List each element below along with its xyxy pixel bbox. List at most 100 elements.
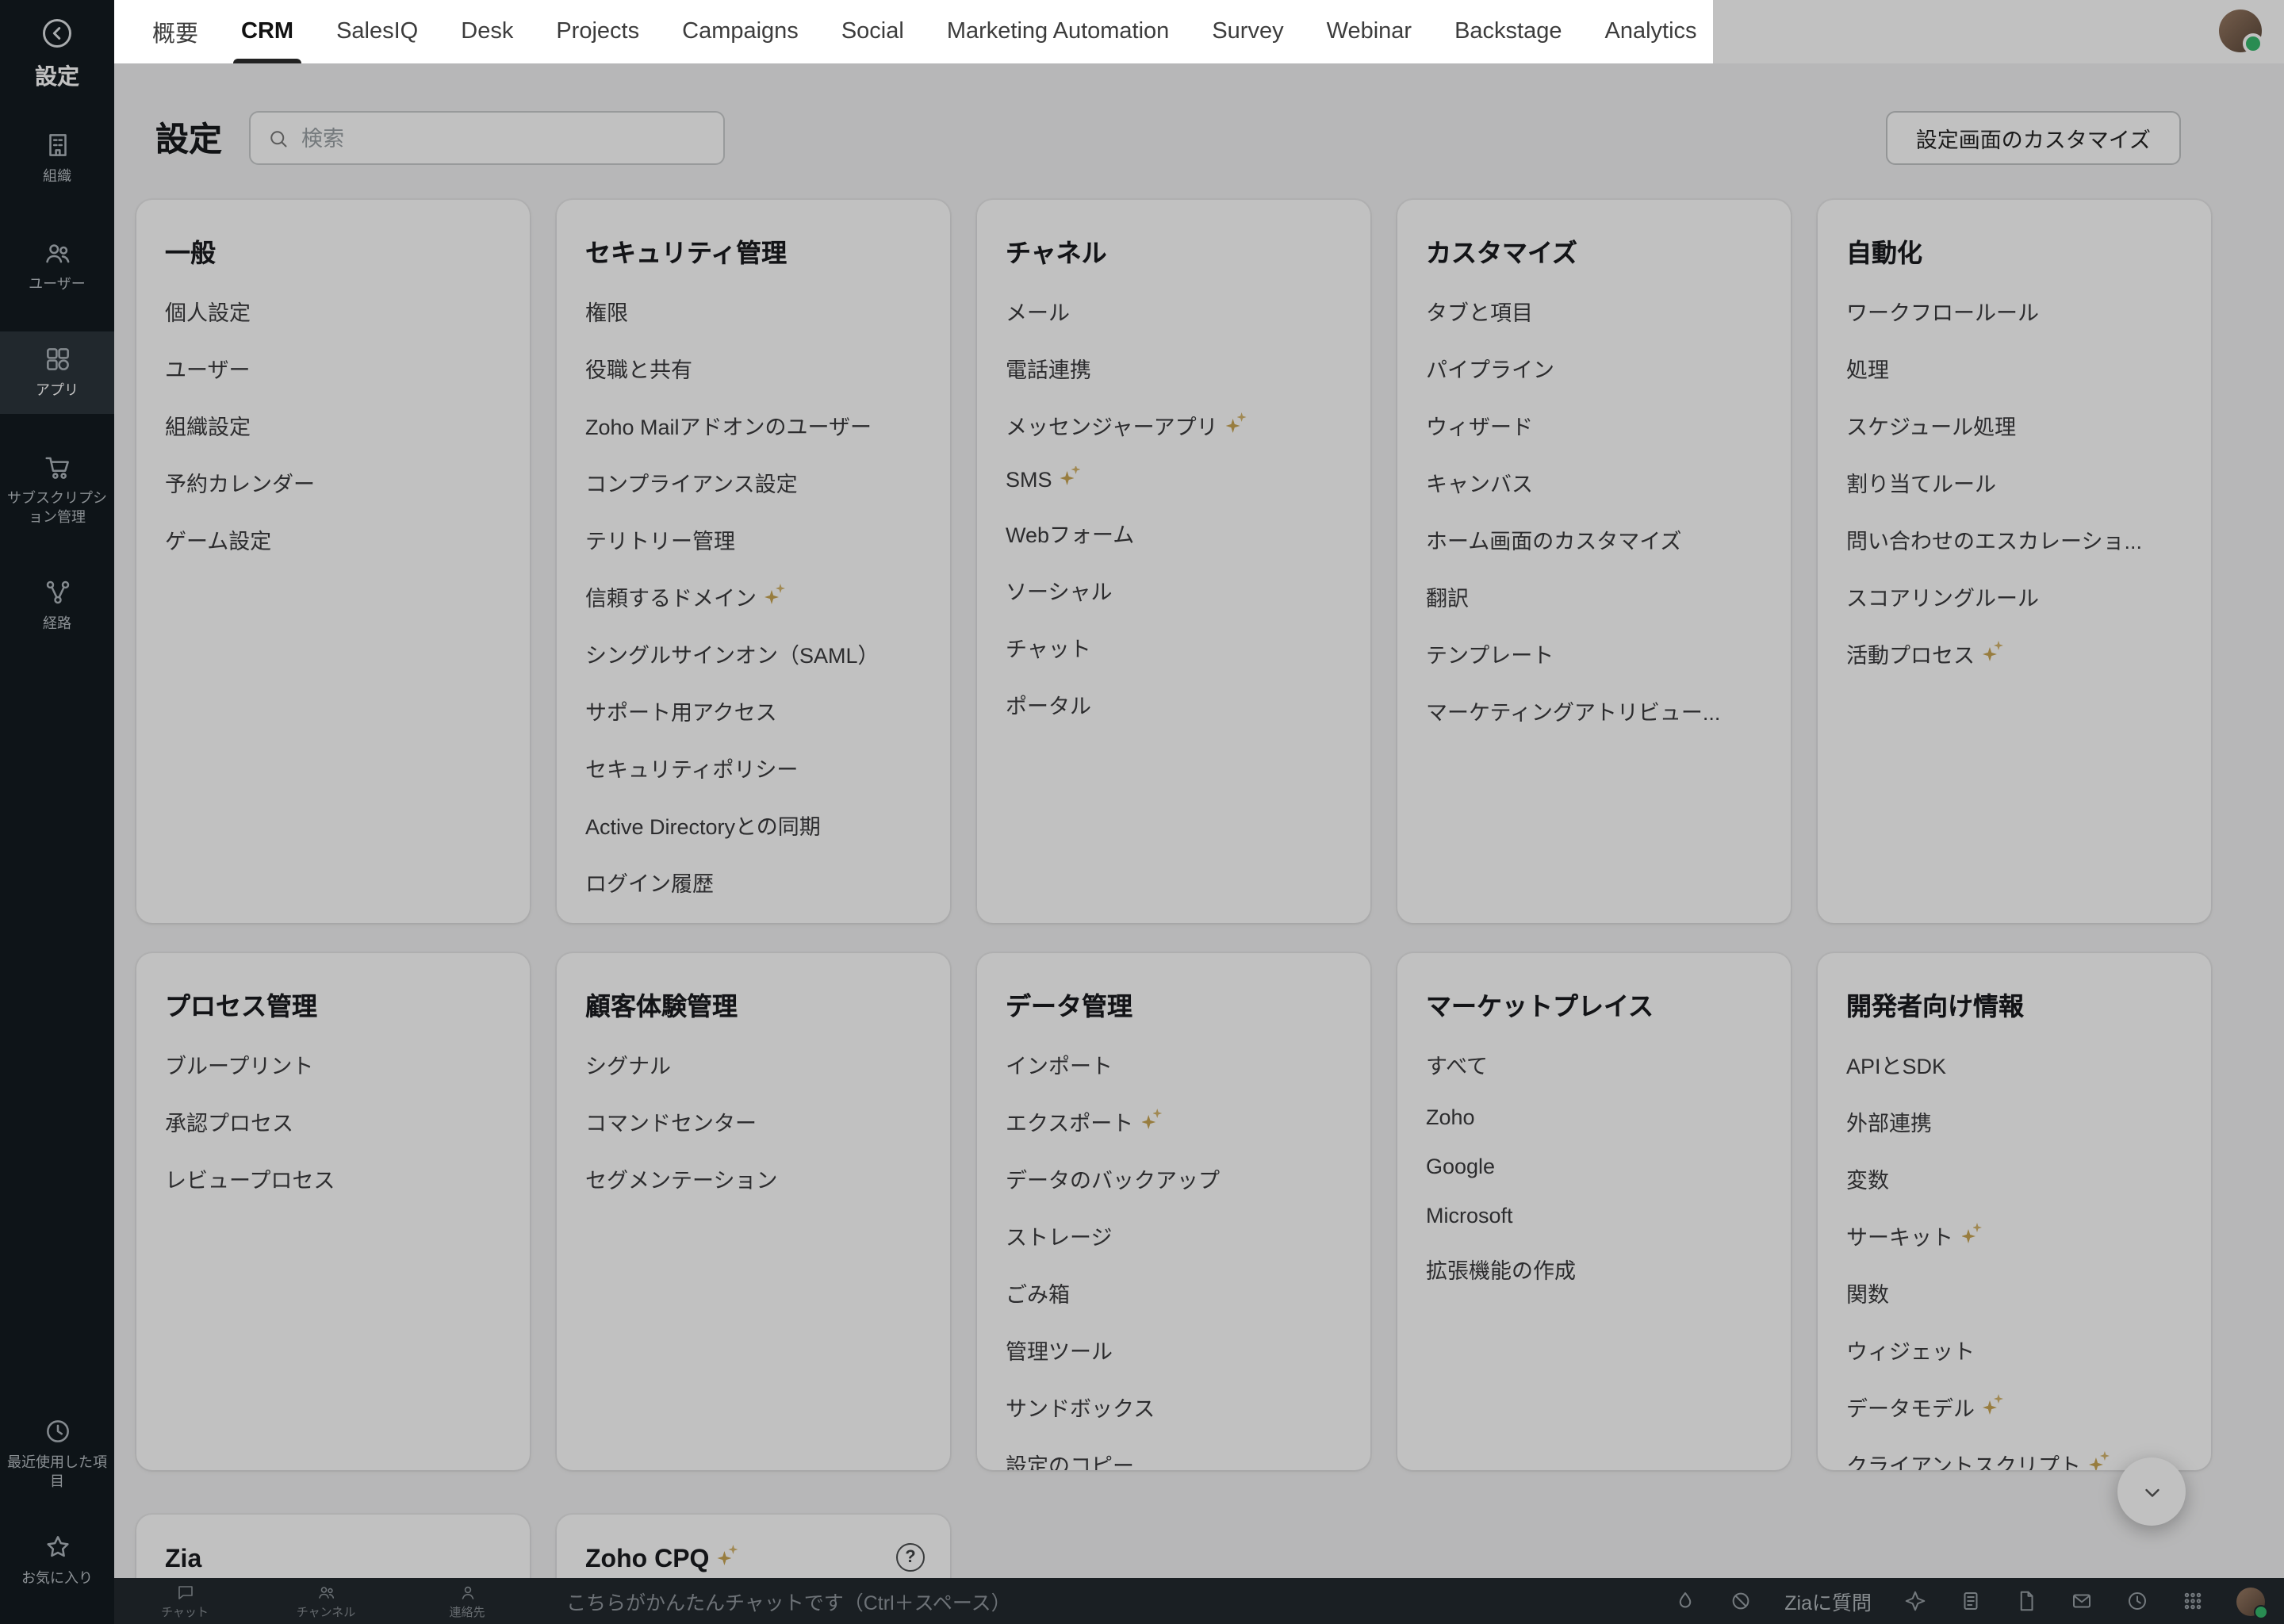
topnav-tab-crm[interactable]: CRM xyxy=(232,0,302,63)
customize-settings-button[interactable]: 設定画面のカスタマイズ xyxy=(1885,111,2181,165)
settings-link[interactable]: スコアリングルール xyxy=(1846,580,2182,612)
settings-link[interactable]: ソーシャル xyxy=(1006,574,1342,606)
settings-link[interactable]: 変数 xyxy=(1846,1162,2182,1194)
settings-link[interactable]: テンプレート xyxy=(1426,638,1762,669)
insights-button[interactable] xyxy=(1673,1589,1697,1613)
settings-link[interactable]: セキュリティポリシー xyxy=(585,752,922,783)
sidebar-item-apps[interactable]: アプリ xyxy=(0,331,114,415)
settings-link[interactable]: ワークフロールール xyxy=(1846,295,2182,327)
settings-link[interactable]: 役職と共有 xyxy=(585,352,922,384)
grid-button[interactable] xyxy=(2181,1589,2205,1613)
settings-link[interactable]: APIとSDK xyxy=(1846,1048,2182,1080)
settings-link[interactable]: 個人設定 xyxy=(165,295,501,327)
topnav-tab-desk[interactable]: Desk xyxy=(461,0,513,63)
chatbar-contacts-button[interactable]: 連絡先 xyxy=(397,1578,538,1624)
sidebar-item-recent[interactable]: 最近使用した項目 xyxy=(0,1404,114,1504)
settings-link[interactable]: シグナル xyxy=(585,1048,922,1080)
settings-link[interactable]: 処理 xyxy=(1846,352,2182,384)
settings-link[interactable]: サンドボックス xyxy=(1006,1391,1342,1423)
zia-button[interactable] xyxy=(1903,1589,1927,1613)
settings-link[interactable]: サーキット xyxy=(1846,1220,2182,1251)
settings-link[interactable]: コンプライアンス設定 xyxy=(585,466,922,498)
topnav-tab-marketing-automation[interactable]: Marketing Automation xyxy=(947,0,1170,63)
settings-link[interactable]: ポータル xyxy=(1006,688,1342,720)
settings-link[interactable]: 活動プロセス xyxy=(1846,638,2182,669)
sidebar-item-routes[interactable]: 経路 xyxy=(0,565,114,647)
mute-button[interactable] xyxy=(1729,1589,1753,1613)
settings-link[interactable]: ストレージ xyxy=(1006,1220,1342,1251)
settings-link[interactable]: ゲーム設定 xyxy=(165,523,501,555)
sidebar-item-users[interactable]: ユーザー xyxy=(0,224,114,306)
settings-link[interactable]: 電話連携 xyxy=(1006,352,1342,384)
topnav-tab-overview[interactable]: 概要 xyxy=(152,0,198,63)
settings-link[interactable]: キャンバス xyxy=(1426,466,1762,498)
topnav-tab-backstage[interactable]: Backstage xyxy=(1454,0,1562,63)
settings-link[interactable]: メール xyxy=(1006,295,1342,327)
settings-link[interactable]: コマンドセンター xyxy=(585,1105,922,1137)
settings-link[interactable]: 組織設定 xyxy=(165,409,501,441)
topnav-tab-webinar[interactable]: Webinar xyxy=(1327,0,1412,63)
settings-link[interactable]: ウィザード xyxy=(1426,409,1762,441)
settings-link[interactable]: Google xyxy=(1426,1155,1762,1178)
settings-link[interactable]: ホーム画面のカスタマイズ xyxy=(1426,523,1762,555)
settings-link[interactable]: ブループリント xyxy=(165,1048,501,1080)
chatbar-channels-button[interactable]: チャンネル xyxy=(255,1578,397,1624)
settings-link[interactable]: セグメンテーション xyxy=(585,1162,922,1194)
settings-link[interactable]: 承認プロセス xyxy=(165,1105,501,1137)
settings-link[interactable]: タブと項目 xyxy=(1426,295,1762,327)
chat-input-prompt[interactable]: こちらがかんたんチャットです（Ctrl＋スペース） xyxy=(566,1586,1011,1616)
settings-link[interactable]: SMS xyxy=(1006,466,1342,492)
settings-link[interactable]: すべて xyxy=(1426,1048,1762,1080)
ask-zia-button[interactable]: Ziaに質問 xyxy=(1784,1586,1872,1616)
topnav-tab-campaigns[interactable]: Campaigns xyxy=(682,0,799,63)
settings-link[interactable]: インポート xyxy=(1006,1048,1342,1080)
search-input[interactable] xyxy=(301,126,707,150)
settings-link[interactable]: ウィジェット xyxy=(1846,1334,2182,1365)
settings-link[interactable]: スケジュール処理 xyxy=(1846,409,2182,441)
settings-link[interactable]: Microsoft xyxy=(1426,1204,1762,1228)
file-button[interactable] xyxy=(2014,1589,2038,1613)
topnav-tab-survey[interactable]: Survey xyxy=(1212,0,1283,63)
back-button[interactable] xyxy=(40,16,75,51)
settings-link[interactable]: Active Directoryとの同期 xyxy=(585,809,922,841)
settings-link[interactable]: 拡張機能の作成 xyxy=(1426,1253,1762,1285)
settings-link[interactable]: 問い合わせのエスカレーショ... xyxy=(1846,523,2182,555)
sidebar-item-org[interactable]: 組織 xyxy=(0,117,114,199)
settings-link[interactable]: Zoho Mailアドオンのユーザー xyxy=(585,409,922,441)
settings-link[interactable]: 信頼するドメイン xyxy=(585,580,922,612)
mail-button[interactable] xyxy=(2070,1589,2094,1613)
settings-link[interactable]: データのバックアップ xyxy=(1006,1162,1342,1194)
chatbar-avatar[interactable] xyxy=(2236,1587,2268,1618)
settings-link[interactable]: レビュープロセス xyxy=(165,1162,501,1194)
settings-link[interactable]: 管理ツール xyxy=(1006,1334,1342,1365)
settings-link[interactable]: 権限 xyxy=(585,295,922,327)
settings-link[interactable]: Zoho xyxy=(1426,1105,1762,1129)
settings-link[interactable]: 予約カレンダー xyxy=(165,466,501,498)
user-avatar[interactable] xyxy=(2219,10,2263,54)
settings-link[interactable]: 割り当てルール xyxy=(1846,466,2182,498)
settings-link[interactable]: 翻訳 xyxy=(1426,580,1762,612)
sidebar-item-subscription[interactable]: サブスクリプション管理 xyxy=(0,439,114,540)
settings-link[interactable]: マーケティングアトリビュー... xyxy=(1426,695,1762,726)
topnav-tab-projects[interactable]: Projects xyxy=(556,0,639,63)
settings-link[interactable]: メッセンジャーアプリ xyxy=(1006,409,1342,441)
settings-link[interactable]: テリトリー管理 xyxy=(585,523,922,555)
settings-link[interactable]: 外部連携 xyxy=(1846,1105,2182,1137)
topnav-tab-salesiq[interactable]: SalesIQ xyxy=(336,0,418,63)
help-icon[interactable]: ? xyxy=(896,1543,925,1572)
settings-link[interactable]: ログイン履歴 xyxy=(585,866,922,898)
settings-link[interactable]: シングルサインオン（SAML） xyxy=(585,638,922,669)
chatbar-chat-button[interactable]: チャット xyxy=(114,1578,255,1624)
settings-link[interactable]: サポート用アクセス xyxy=(585,695,922,726)
settings-link[interactable]: パイプライン xyxy=(1426,352,1762,384)
topnav-tab-social[interactable]: Social xyxy=(841,0,904,63)
settings-link[interactable]: エクスポート xyxy=(1006,1105,1342,1137)
settings-link[interactable]: データモデル xyxy=(1846,1391,2182,1423)
settings-link[interactable]: Webフォーム xyxy=(1006,517,1342,549)
settings-link[interactable]: ユーザー xyxy=(165,352,501,384)
settings-link[interactable]: 関数 xyxy=(1846,1277,2182,1308)
sidebar-item-favorites[interactable]: お気に入り xyxy=(0,1520,114,1602)
settings-link[interactable]: ごみ箱 xyxy=(1006,1277,1342,1308)
topnav-tab-analytics[interactable]: Analytics xyxy=(1605,0,1697,63)
clock-button[interactable] xyxy=(2125,1589,2149,1613)
